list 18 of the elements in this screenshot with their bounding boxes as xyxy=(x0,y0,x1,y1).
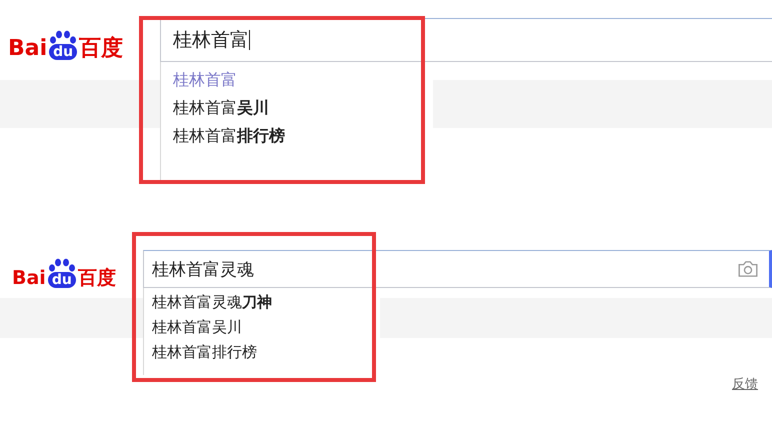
paw-icon xyxy=(46,258,77,272)
logo-text: Bai xyxy=(8,38,48,60)
suggestion-item[interactable]: 桂林首富排行榜 xyxy=(173,122,433,150)
suggestion-item[interactable]: 桂林首富吴川 xyxy=(152,315,380,340)
suggestion-item[interactable]: 桂林首富排行榜 xyxy=(152,340,380,365)
feedback-link[interactable]: 反馈 xyxy=(732,375,758,393)
camera-icon[interactable] xyxy=(737,260,759,278)
suggestion-item[interactable]: 桂林首富 xyxy=(173,66,433,94)
search-field[interactable]: 桂林首富 xyxy=(160,18,772,62)
suggestion-item[interactable]: 桂林首富灵魂刀神 xyxy=(152,290,380,315)
logo-badge: du xyxy=(49,44,78,60)
logo-text: 百度 xyxy=(78,269,116,288)
search-field[interactable]: 桂林首富灵魂 xyxy=(143,250,772,288)
logo-badge: du xyxy=(48,272,76,288)
logo-text: 百度 xyxy=(79,38,124,60)
logo-text: Bai xyxy=(12,269,46,288)
suggestion-item[interactable]: 桂林首富吴川 xyxy=(173,94,433,122)
paw-icon xyxy=(48,30,78,44)
